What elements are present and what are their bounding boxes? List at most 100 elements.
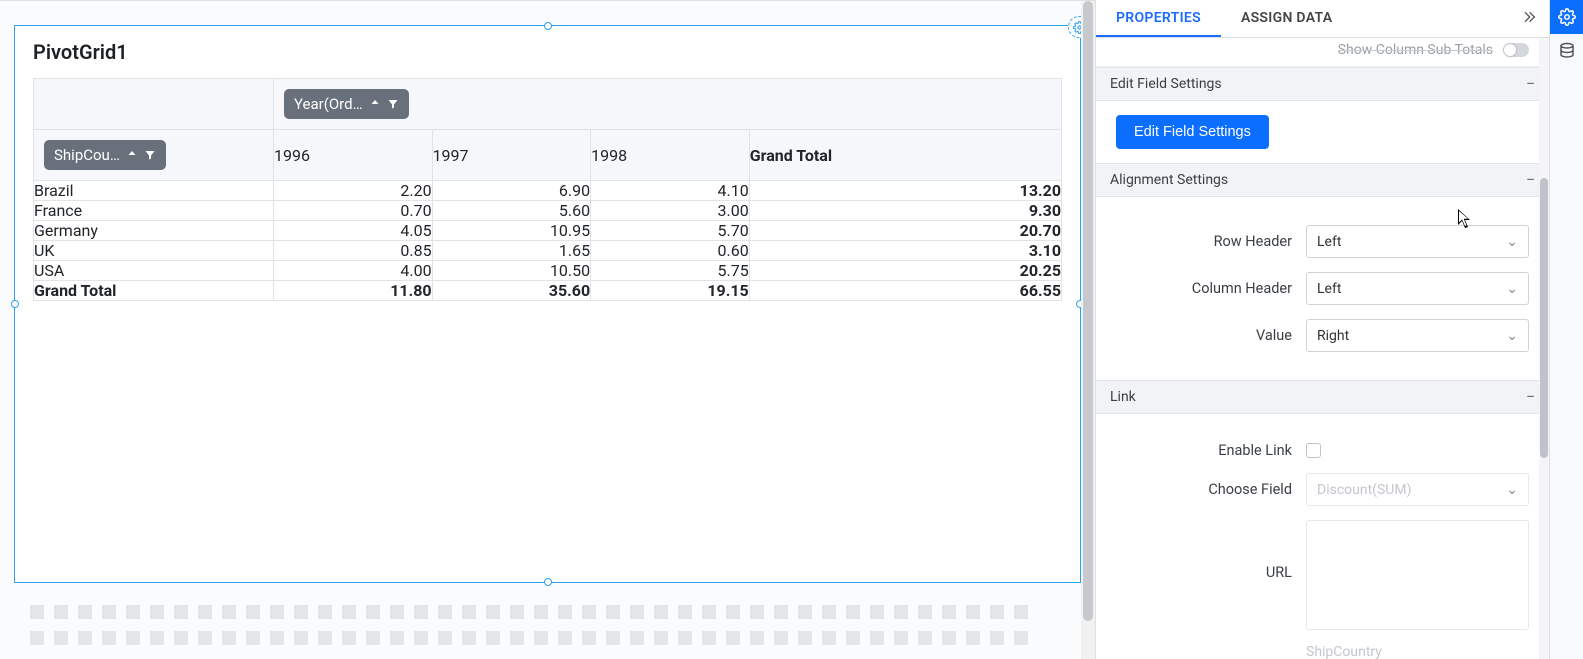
row-field-chip[interactable]: ShipCou… [44, 140, 166, 170]
row-field-drop-zone[interactable] [34, 79, 274, 130]
select-value: Left [1317, 234, 1341, 250]
row-total: 3.10 [749, 241, 1061, 261]
chevron-down-icon: ⌄ [1506, 234, 1518, 250]
select-value: Left [1317, 281, 1341, 297]
url-textarea [1306, 520, 1529, 630]
section-title: Edit Field Settings [1110, 76, 1222, 92]
section-edit-field-settings[interactable]: Edit Field Settings − [1096, 67, 1549, 101]
column-field-chip[interactable]: Year(Ord… [284, 89, 409, 119]
cell: 6.90 [432, 181, 591, 201]
panel-scrollbar[interactable] [1539, 38, 1549, 659]
cell: 1.65 [432, 241, 591, 261]
properties-panel: PROPERTIES ASSIGN DATA Show Column Sub T… [1095, 0, 1549, 659]
right-rail [1549, 0, 1583, 659]
row-field-chip-cell[interactable]: ShipCou… [34, 130, 274, 181]
filter-icon[interactable] [144, 149, 156, 161]
panel-scrollbar-thumb[interactable] [1540, 178, 1548, 458]
sort-asc-icon[interactable] [369, 98, 381, 110]
url-label: URL [1116, 520, 1306, 581]
column-total: 35.60 [432, 281, 591, 301]
cell: 10.95 [432, 221, 591, 241]
show-column-subtotals-row: Show Column Sub Totals [1096, 38, 1549, 67]
cell: 4.05 [274, 221, 433, 241]
designer-canvas[interactable]: PivotGrid1 Year(Ord… Shi [0, 0, 1095, 659]
column-header-align-label: Column Header [1116, 280, 1306, 297]
cell: 10.50 [432, 261, 591, 281]
column-header[interactable]: 1996 [274, 130, 433, 181]
cell: 4.10 [591, 181, 750, 201]
tab-assign-data[interactable]: ASSIGN DATA [1221, 0, 1352, 37]
chevron-double-right-icon [1521, 9, 1537, 25]
row-header-align-select[interactable]: Left ⌄ [1306, 225, 1529, 258]
column-total: 11.80 [274, 281, 433, 301]
column-field-drop-zone[interactable]: Year(Ord… [274, 79, 1062, 130]
section-link[interactable]: Link − [1096, 380, 1549, 414]
collapse-panel-button[interactable] [1515, 9, 1543, 29]
grand-total-row-header: Grand Total [34, 281, 274, 301]
filter-icon[interactable] [387, 98, 399, 110]
collapse-section-icon[interactable]: − [1526, 172, 1535, 188]
row-total: 9.30 [749, 201, 1061, 221]
column-header[interactable]: 1998 [591, 130, 750, 181]
pivot-table: Year(Ord… ShipCou… 1996 [33, 78, 1062, 301]
canvas-grid-row [0, 631, 1095, 645]
row-header: France [34, 201, 274, 221]
choose-field-select: Discount(SUM) ⌄ [1306, 473, 1529, 506]
cell: 0.60 [591, 241, 750, 261]
cell: 5.60 [432, 201, 591, 221]
rail-properties-button[interactable] [1550, 0, 1583, 34]
widget-title: PivotGrid1 [15, 26, 1080, 78]
collapse-section-icon[interactable]: − [1526, 389, 1535, 405]
cell: 5.75 [591, 261, 750, 281]
cell: 5.70 [591, 221, 750, 241]
canvas-grid-row [0, 605, 1095, 619]
cell: 2.20 [274, 181, 433, 201]
row-field-label: ShipCou… [54, 146, 120, 164]
cell: 3.00 [591, 201, 750, 221]
table-row: UK 0.85 1.65 0.60 3.10 [34, 241, 1062, 261]
column-header-align-select[interactable]: Left ⌄ [1306, 272, 1529, 305]
select-value: Discount(SUM) [1317, 482, 1411, 498]
edit-field-settings-button[interactable]: Edit Field Settings [1116, 115, 1269, 149]
column-header[interactable]: 1997 [432, 130, 591, 181]
link-field-hint: ShipCountry [1306, 644, 1529, 659]
section-title: Alignment Settings [1110, 172, 1228, 188]
canvas-scrollbar-thumb[interactable] [1083, 1, 1093, 621]
grand-total-row: Grand Total 11.80 35.60 19.15 66.55 [34, 281, 1062, 301]
section-title: Link [1110, 389, 1136, 405]
table-row: France 0.70 5.60 3.00 9.30 [34, 201, 1062, 221]
resize-handle-bottom[interactable] [544, 578, 552, 586]
show-column-subtotals-toggle[interactable] [1503, 43, 1529, 57]
row-header: Germany [34, 221, 274, 241]
row-total: 20.25 [749, 261, 1061, 281]
row-header-align-label: Row Header [1116, 233, 1306, 250]
rail-data-button[interactable] [1550, 34, 1583, 68]
resize-handle-top[interactable] [544, 22, 552, 30]
database-icon [1558, 42, 1576, 60]
chevron-down-icon: ⌄ [1506, 482, 1518, 498]
gear-icon [1558, 8, 1576, 26]
chevron-down-icon: ⌄ [1506, 328, 1518, 344]
value-align-label: Value [1116, 327, 1306, 344]
table-row: Germany 4.05 10.95 5.70 20.70 [34, 221, 1062, 241]
grand-total-column-header: Grand Total [749, 130, 1061, 181]
row-header: USA [34, 261, 274, 281]
column-field-label: Year(Ord… [294, 95, 363, 113]
enable-link-checkbox[interactable] [1306, 443, 1321, 458]
tab-properties[interactable]: PROPERTIES [1096, 0, 1221, 37]
row-total: 13.20 [749, 181, 1061, 201]
show-column-subtotals-label: Show Column Sub Totals [1338, 42, 1493, 58]
row-header: UK [34, 241, 274, 261]
table-row: USA 4.00 10.50 5.75 20.25 [34, 261, 1062, 281]
sort-asc-icon[interactable] [126, 149, 138, 161]
canvas-scrollbar[interactable] [1081, 1, 1095, 659]
value-align-select[interactable]: Right ⌄ [1306, 319, 1529, 352]
grand-total: 66.55 [749, 281, 1061, 301]
pivotgrid-widget[interactable]: PivotGrid1 Year(Ord… Shi [14, 25, 1081, 583]
section-alignment-settings[interactable]: Alignment Settings − [1096, 163, 1549, 197]
row-header: Brazil [34, 181, 274, 201]
collapse-section-icon[interactable]: − [1526, 76, 1535, 92]
choose-field-label: Choose Field [1116, 481, 1306, 498]
cell: 0.85 [274, 241, 433, 261]
resize-handle-left[interactable] [11, 300, 19, 308]
